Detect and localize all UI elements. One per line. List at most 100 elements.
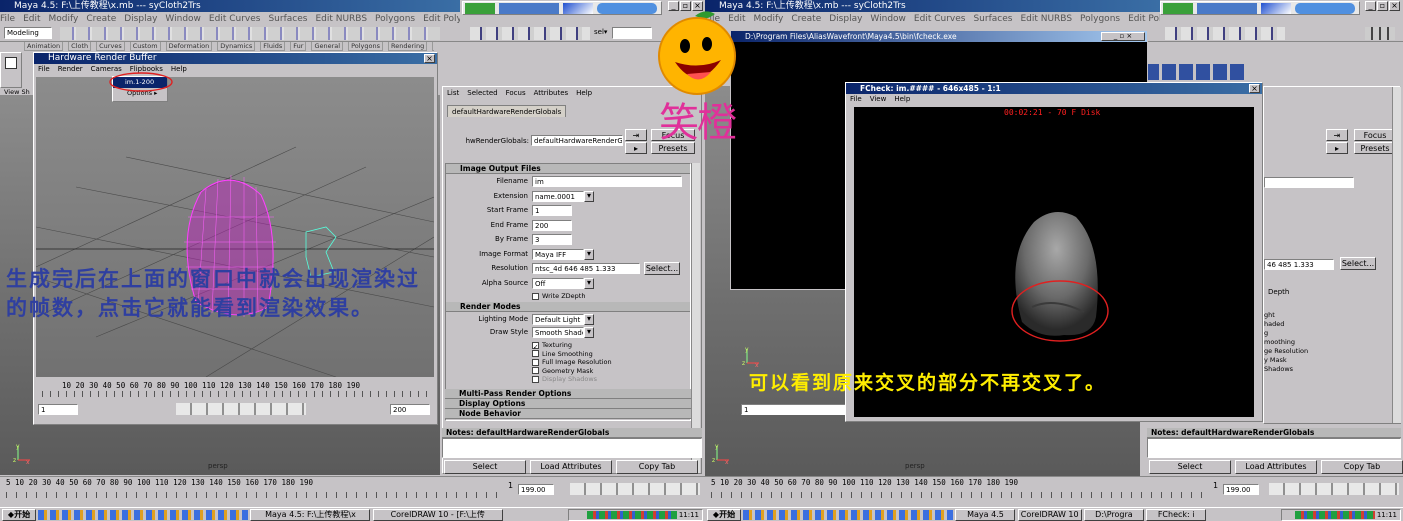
right-close-button[interactable]: ×: [1389, 1, 1400, 11]
hrb-close-button[interactable]: ×: [424, 54, 435, 63]
main-playback-controls-icon[interactable]: [570, 483, 700, 495]
shelf-tab-dynamics[interactable]: Dynamics: [217, 42, 256, 51]
right-filename-field[interactable]: [1264, 177, 1354, 188]
ime-pen-icon[interactable]: [563, 3, 593, 14]
menu-edit-curves[interactable]: Edit Curves: [209, 14, 261, 24]
hrb-playback-controls-icon[interactable]: [176, 403, 306, 415]
menu-window[interactable]: Window: [165, 14, 201, 24]
hrb-menu-render[interactable]: Render: [58, 65, 83, 73]
right-presets-icon-button[interactable]: ▸: [1326, 142, 1348, 154]
render-checkbox-4[interactable]: Display Shadows: [532, 375, 612, 384]
menu-edit[interactable]: Edit: [23, 14, 40, 24]
ime-buttons-icon[interactable]: [1295, 3, 1355, 14]
shelf-tab-general[interactable]: General: [311, 42, 344, 51]
attr-load-attributes-button[interactable]: Load Attributes: [530, 460, 612, 474]
start-button[interactable]: ◆开始: [2, 509, 36, 521]
right-menu-window[interactable]: Window: [870, 14, 906, 24]
fcheck-menu-help[interactable]: Help: [894, 95, 910, 103]
checkbox-box-4[interactable]: [532, 375, 539, 383]
ime-icon[interactable]: [1163, 3, 1193, 14]
left-task-corel[interactable]: CorelDRAW 10 - [F:\上传: [372, 509, 503, 521]
shelf-tab-fluids[interactable]: Fluids: [260, 42, 286, 51]
select-tool-icon[interactable]: [5, 57, 17, 69]
render-checkbox-3[interactable]: Geometry Mask: [532, 367, 612, 376]
field-value-5[interactable]: Maya IFF: [532, 248, 584, 260]
right-start-button[interactable]: ◆开始: [707, 509, 741, 521]
right-menu-display[interactable]: Display: [829, 14, 862, 24]
right-status-extra-icon[interactable]: [1365, 27, 1395, 40]
notes-field[interactable]: [442, 438, 702, 458]
right-menu-polygons[interactable]: Polygons: [1080, 14, 1120, 24]
attr-copy-tab-button[interactable]: Copy Tab: [616, 460, 698, 474]
attr-menu-selected[interactable]: Selected: [467, 89, 497, 97]
right-task-maya[interactable]: Maya 4.5: [955, 509, 1016, 521]
menu-polygons[interactable]: Polygons: [375, 14, 415, 24]
attr-scroll-area[interactable]: Image Output Files Filename im Extension na…: [445, 163, 691, 421]
section-node-behavior[interactable]: Node Behavior: [445, 409, 691, 419]
render-checkbox-1[interactable]: Line Smoothing: [532, 350, 612, 359]
right-render-tools-icon[interactable]: [1165, 27, 1285, 40]
quick-launch-icons[interactable]: [38, 510, 249, 520]
fcheck-menu-file[interactable]: File: [850, 95, 862, 103]
resolution-select-button[interactable]: Select...: [644, 262, 680, 275]
shelf-tab-skeleton[interactable]: Skeleton: [432, 42, 434, 51]
right-task-dos[interactable]: D:\Progra: [1083, 509, 1144, 521]
attr-menu-list[interactable]: List: [447, 89, 459, 97]
section-display[interactable]: Display Options: [445, 399, 691, 409]
checkbox-box-1[interactable]: [532, 350, 539, 357]
field-dropdown-arrow-5[interactable]: ▾: [584, 248, 594, 260]
right-focus-button[interactable]: Focus: [1354, 129, 1396, 141]
ime-toolbar-left[interactable]: [462, 1, 662, 15]
fcheck-menu-view[interactable]: View: [870, 95, 887, 103]
right-presets-button[interactable]: Presets: [1354, 142, 1396, 154]
shelf-tab-polygons[interactable]: Polygons: [348, 42, 384, 51]
right-menu-create[interactable]: Create: [791, 14, 821, 24]
dos-controls[interactable]: _ ▫ ×: [1101, 32, 1145, 41]
right-maximize-button[interactable]: ▫: [1377, 1, 1388, 11]
right-quick-launch-icons[interactable]: [743, 510, 954, 520]
menu-edit-polygons[interactable]: Edit Polygons: [423, 14, 460, 24]
ime-key-icon[interactable]: [499, 3, 559, 14]
right-menu-surfaces[interactable]: Surfaces: [973, 14, 1012, 24]
lighting-dropdown-arrow[interactable]: ▾: [584, 314, 594, 325]
section-render-modes[interactable]: Render Modes: [446, 302, 690, 312]
fcheck-close-button[interactable]: ×: [1249, 84, 1260, 93]
shelf-tab-custom[interactable]: Custom: [129, 42, 161, 51]
attr-menu-attributes[interactable]: Attributes: [534, 89, 569, 97]
shelf-tab-rendering[interactable]: Rendering: [388, 42, 428, 51]
field-value-7[interactable]: Off: [532, 277, 584, 289]
ime-key-icon[interactable]: [1197, 3, 1257, 14]
menu-display[interactable]: Display: [124, 14, 157, 24]
ime-buttons-icon[interactable]: [597, 3, 657, 14]
render-tools-icon[interactable]: [470, 27, 590, 40]
render-checkbox-2[interactable]: Full Image Resolution: [532, 358, 612, 367]
field-dropdown-arrow-7[interactable]: ▾: [584, 277, 594, 289]
right-tray-icons[interactable]: [1294, 511, 1375, 519]
write-zdepth-checkbox[interactable]: Write ZDepth: [532, 292, 585, 300]
hrb-end-field[interactable]: 200: [390, 404, 430, 415]
right-menu-edit-polygons[interactable]: Edit Polygons: [1128, 14, 1160, 24]
right-task-fcheck[interactable]: FCheck: i: [1146, 509, 1207, 521]
focus-icon-button[interactable]: ⇥: [625, 129, 647, 141]
field-value-4[interactable]: 3: [532, 234, 572, 245]
menu-modify[interactable]: Modify: [49, 14, 79, 24]
field-dropdown-arrow-1[interactable]: ▾: [584, 190, 594, 202]
shelf-tab-fur[interactable]: Fur: [290, 42, 307, 51]
hrb-viewport[interactable]: [35, 77, 435, 378]
hrb-time-slider[interactable]: 10 20 30 40 50 60 70 80 90 100 110 120 1…: [36, 379, 434, 399]
field-value-1[interactable]: name.0001: [532, 190, 584, 202]
menu-surfaces[interactable]: Surfaces: [268, 14, 307, 24]
render-checkbox-0[interactable]: ✓ Texturing: [532, 341, 612, 351]
node-name-field[interactable]: defaultHardwareRenderGlobals: [531, 135, 623, 146]
right-resolution-field[interactable]: 46 485 1.333: [1264, 259, 1334, 270]
attr-menu-help[interactable]: Help: [576, 89, 592, 97]
tray-icons[interactable]: [586, 511, 677, 519]
draw-style-dropdown-arrow[interactable]: ▾: [584, 327, 594, 338]
shelf-tab-animation[interactable]: Animation: [24, 42, 64, 51]
attr-menu-focus[interactable]: Focus: [506, 89, 526, 97]
right-attr-load-attributes-button[interactable]: Load Attributes: [1235, 460, 1317, 474]
checkbox-box-3[interactable]: [532, 367, 539, 374]
shelf-tab-deformation[interactable]: Deformation: [165, 42, 213, 51]
menu-edit-nurbs[interactable]: Edit NURBS: [315, 14, 367, 24]
right-attr-select-button[interactable]: Select: [1149, 460, 1231, 474]
